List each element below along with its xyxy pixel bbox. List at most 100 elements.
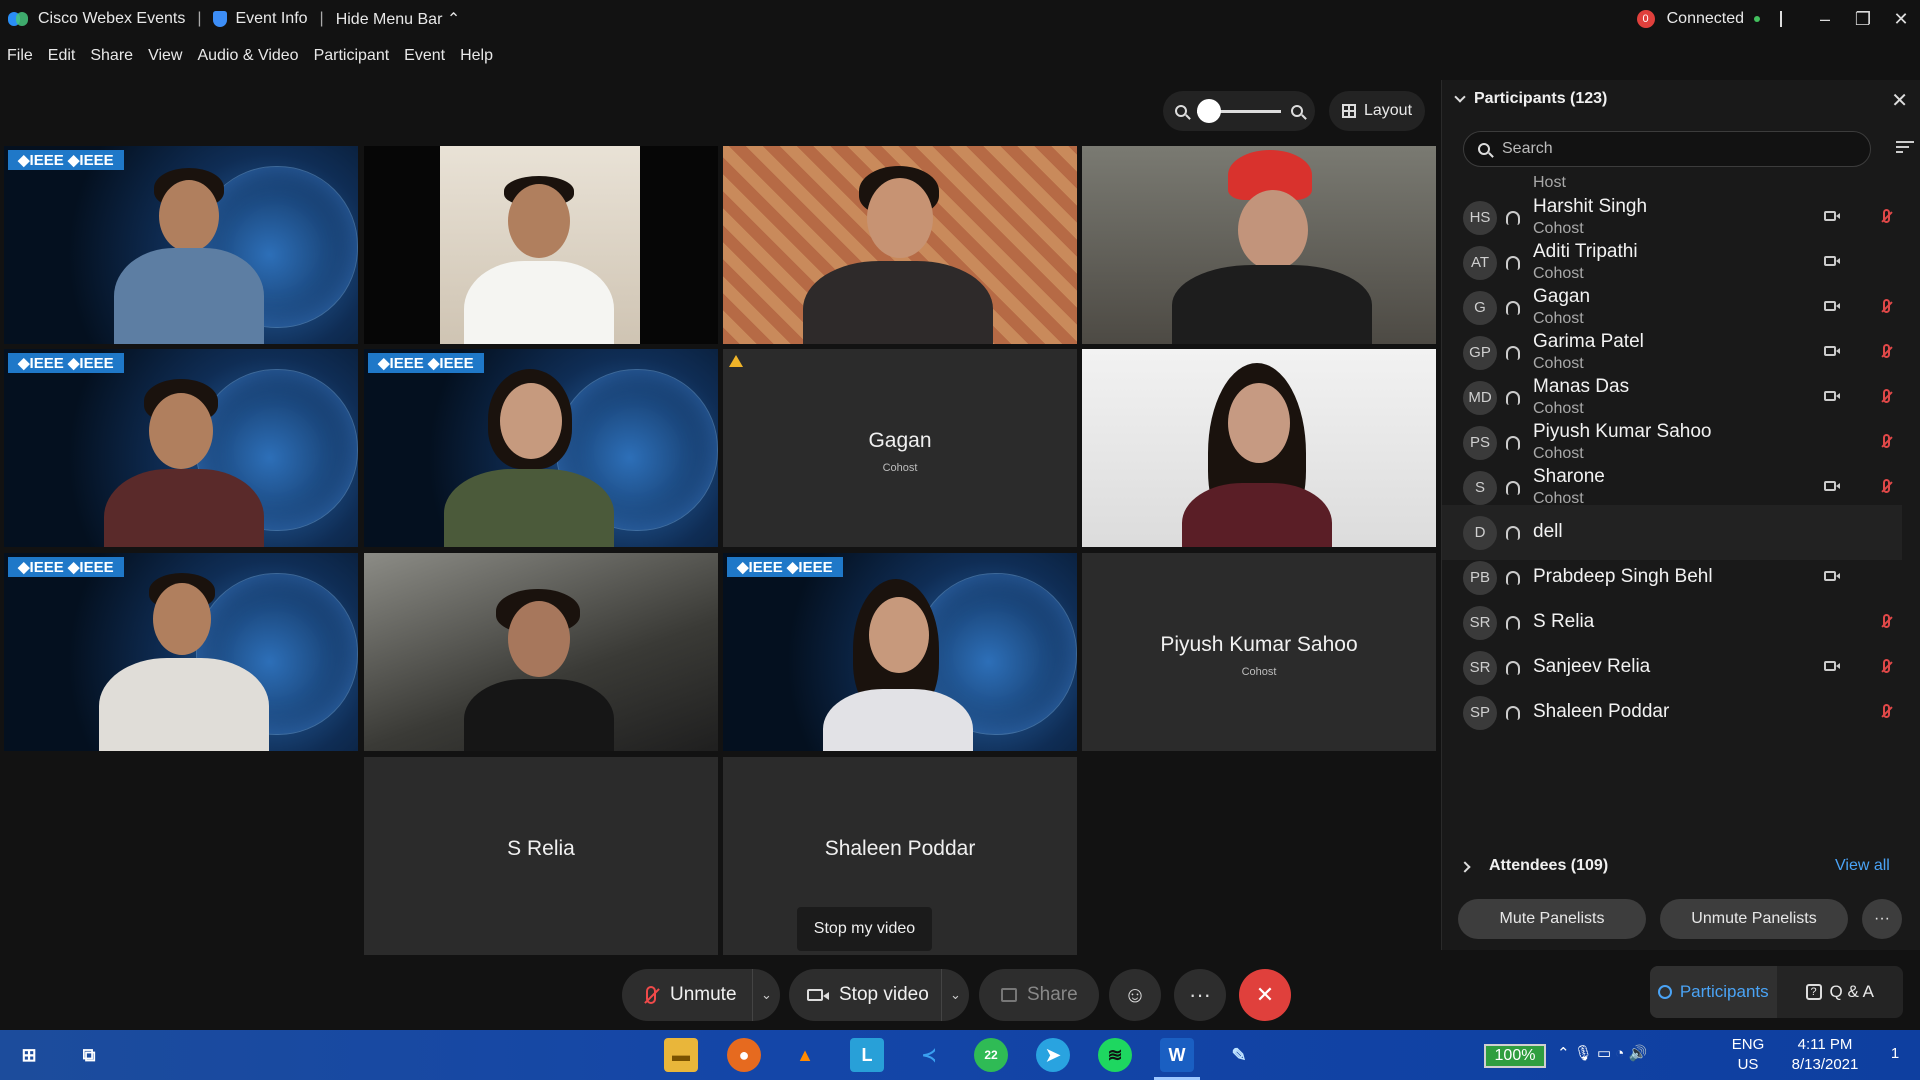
unmute-control[interactable]: Unmute ⌄ [622,969,780,1021]
video-tile[interactable]: ◆IEEE ◆IEEE [4,349,358,547]
video-tile[interactable] [364,553,718,751]
muted-mic-icon[interactable] [1883,344,1890,358]
close-window-button[interactable]: ✕ [1882,9,1920,30]
tab-participants[interactable]: Participants [1650,966,1777,1018]
participant-name: Prabdeep Singh Behl [1533,566,1713,587]
zoom-slider[interactable] [1197,98,1281,123]
muted-mic-icon[interactable] [1883,614,1890,628]
participant-name: Sanjeev Relia [1533,656,1651,677]
stop-video-control[interactable]: Stop video ⌄ [789,969,969,1021]
share-button[interactable]: Share [979,969,1099,1021]
chevron-down-icon [1454,91,1466,103]
menu-share[interactable]: Share [90,47,133,65]
file-explorer-icon[interactable]: ▬ [664,1038,698,1072]
paint-icon[interactable]: ✎ [1222,1038,1256,1072]
participant-name: Garima Patel [1533,331,1644,352]
title-separator: | [197,10,202,27]
participant-name: Manas Das [1533,376,1630,397]
muted-mic-icon[interactable] [1883,389,1890,403]
spotify-icon[interactable]: ≋ [1098,1038,1132,1072]
avatar: GP [1463,335,1497,370]
mute-panelists-button[interactable]: Mute Panelists [1458,899,1646,939]
participant-name: dell [1533,521,1563,542]
menu-help[interactable]: Help [460,47,493,65]
muted-mic-icon[interactable] [1883,479,1890,493]
participant-list: Host HS Harshit Singh Cohost AT Aditi Tripat… [1442,176,1902,866]
notification-center-icon[interactable]: 1 [1880,1044,1910,1064]
l-app-icon[interactable]: L [850,1038,884,1072]
avatar: PS [1463,425,1497,460]
video-icon [1824,661,1840,671]
menu-view[interactable]: View [148,47,182,65]
menu-participant[interactable]: Participant [314,47,390,65]
avatar: SR [1463,650,1497,685]
tab-qa[interactable]: ? Q & A [1777,966,1904,1018]
title-bar: Cisco Webex Events | Event Info | Hide M… [0,0,1920,38]
webex-taskbar-icon[interactable]: W [1154,1038,1200,1080]
video-tile[interactable] [364,146,718,344]
chevron-up-icon: ⌃ [446,11,461,28]
video-tile[interactable] [723,146,1077,344]
search-icon [1478,143,1490,155]
more-options-button[interactable]: ··· [1174,969,1226,1021]
video-tile[interactable]: ◆IEEE ◆IEEE [4,146,358,344]
audio-connection-icon [1506,480,1520,495]
video-tile[interactable]: ◆IEEE ◆IEEE [723,553,1077,751]
restore-button[interactable]: ❐ [1844,9,1882,30]
tray-icons[interactable]: ⌃ 🎙 ▭ ◔ 🔊 [1557,1044,1647,1064]
layout-button[interactable]: Layout [1329,91,1425,131]
leave-meeting-button[interactable]: ✕ [1239,969,1291,1021]
sort-icon[interactable] [1896,138,1914,156]
close-panel-button[interactable]: ✕ [1891,88,1908,113]
video-tile[interactable]: ◆IEEE ◆IEEE [364,349,718,547]
clock[interactable]: 4:11 PM 8/13/2021 [1776,1035,1874,1075]
panel-header[interactable]: Participants (123) [1454,90,1607,108]
smiley-icon: ☺ [1123,982,1147,1007]
reactions-button[interactable]: ☺ [1109,969,1161,1021]
muted-mic-icon [646,986,656,1004]
audio-options-chevron-icon[interactable]: ⌄ [752,969,780,1021]
menu-file[interactable]: File [7,47,33,65]
firefox-icon[interactable]: ● [727,1038,761,1072]
avatar: S [1463,470,1497,505]
video-options-chevron-icon[interactable]: ⌄ [941,969,969,1021]
language-indicator[interactable]: ENG US [1728,1035,1768,1075]
hide-menu-bar-button[interactable]: Hide Menu Bar ⌃ [336,9,461,29]
task-view-icon[interactable]: ⧉ [72,1038,106,1072]
video-tile-s-relia[interactable]: S Relia [364,757,718,955]
zoom-out-icon[interactable] [1175,105,1187,117]
zoom-slider-knob[interactable] [1197,98,1221,123]
muted-mic-icon[interactable] [1883,659,1890,673]
menu-edit[interactable]: Edit [48,47,76,65]
unmute-panelists-button[interactable]: Unmute Panelists [1660,899,1848,939]
panel-more-button[interactable]: ··· [1862,899,1902,939]
video-tile[interactable] [1082,146,1436,344]
menu-audio-video[interactable]: Audio & Video [197,47,298,65]
video-tile[interactable] [1082,349,1436,547]
participant-row[interactable]: SP Shaleen Poddar [1442,685,1902,740]
avatar: G [1463,290,1497,325]
event-info-button[interactable]: Event Info [213,10,308,28]
attendees-row[interactable]: Attendees (109) View all [1441,857,1920,881]
menu-event[interactable]: Event [404,47,445,65]
view-all-link[interactable]: View all [1835,857,1890,875]
vlc-icon[interactable]: ▲ [788,1038,822,1072]
minimize-button[interactable]: – [1806,9,1844,30]
vscode-icon[interactable]: ≺ [912,1038,946,1072]
search-input[interactable] [1502,140,1802,158]
battery-indicator: 100% [1484,1044,1546,1068]
zoom-in-icon[interactable] [1291,105,1303,117]
warning-icon [729,355,743,367]
whatsapp-icon[interactable]: 22 [974,1038,1008,1072]
telegram-icon[interactable]: ➤ [1036,1038,1070,1072]
muted-mic-icon[interactable] [1883,704,1890,718]
windows-start-icon[interactable]: ⊞ [12,1038,46,1072]
muted-mic-icon[interactable] [1883,299,1890,313]
video-tile-piyush[interactable]: Piyush Kumar Sahoo Cohost [1082,553,1436,751]
whatsapp-badge: 22 [984,1048,998,1062]
video-tile-gagan[interactable]: Gagan Cohost [723,349,1077,547]
muted-mic-icon[interactable] [1883,434,1890,448]
participant-search[interactable] [1463,131,1871,167]
muted-mic-icon[interactable] [1883,209,1890,223]
video-tile[interactable]: ◆IEEE ◆IEEE [4,553,358,751]
